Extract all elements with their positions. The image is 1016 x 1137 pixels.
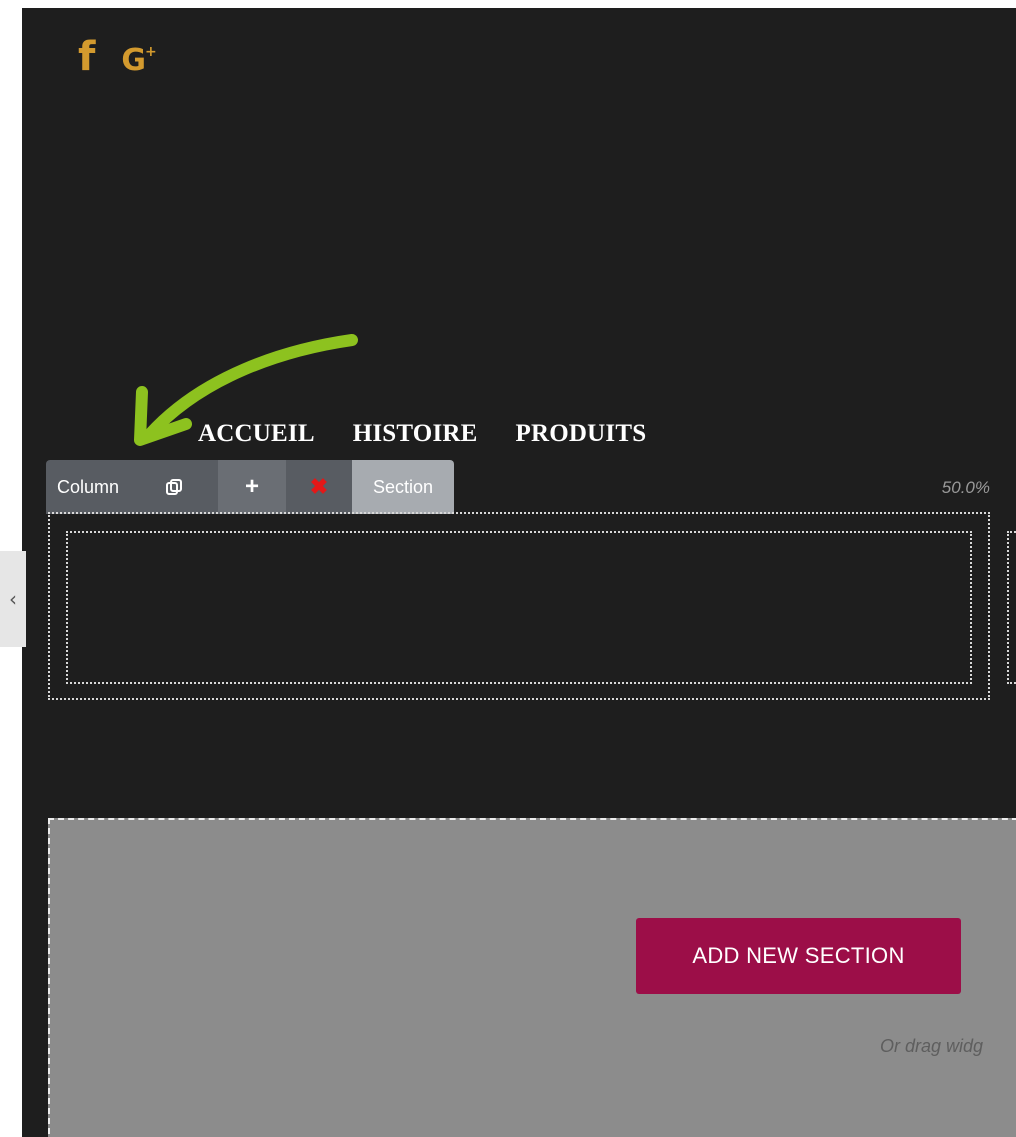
column-width-indicator: 50.0% <box>941 478 990 497</box>
main-nav: ACCUEIL HISTOIRE PRODUITS <box>198 420 646 448</box>
section-handle-button[interactable]: Section <box>352 460 454 514</box>
column-toolbar: Column + ✖ Section <box>46 460 454 514</box>
google-plus-icon[interactable]: G+ <box>121 32 157 81</box>
facebook-icon[interactable]: f <box>78 37 95 77</box>
column-drop-area[interactable] <box>66 531 972 684</box>
collapse-panel-button[interactable]: ‹ <box>0 551 26 647</box>
chevron-left-icon: ‹ <box>9 587 17 611</box>
column-handle-button[interactable]: Column <box>46 460 130 514</box>
page-top-edge <box>0 0 1016 8</box>
nav-item-accueil[interactable]: ACCUEIL <box>198 420 315 448</box>
editor-canvas: f G+ ACCUEIL HISTOIRE PRODUITS Column + … <box>22 8 1016 1137</box>
duplicate-column-button[interactable] <box>130 460 218 514</box>
duplicate-icon <box>166 479 182 495</box>
nav-item-produits[interactable]: PRODUITS <box>516 420 647 448</box>
add-column-button[interactable]: + <box>218 460 286 514</box>
google-plus-sup: + <box>145 44 157 60</box>
social-icons: f G+ <box>78 32 157 81</box>
delete-column-button[interactable]: ✖ <box>286 460 352 514</box>
add-new-section-button[interactable]: ADD NEW SECTION <box>636 918 961 994</box>
adjacent-column-outline[interactable] <box>1007 531 1016 684</box>
nav-item-histoire[interactable]: HISTOIRE <box>353 420 478 448</box>
google-plus-glyph: G <box>121 43 146 78</box>
drag-widget-hint: Or drag widg <box>880 1036 984 1056</box>
